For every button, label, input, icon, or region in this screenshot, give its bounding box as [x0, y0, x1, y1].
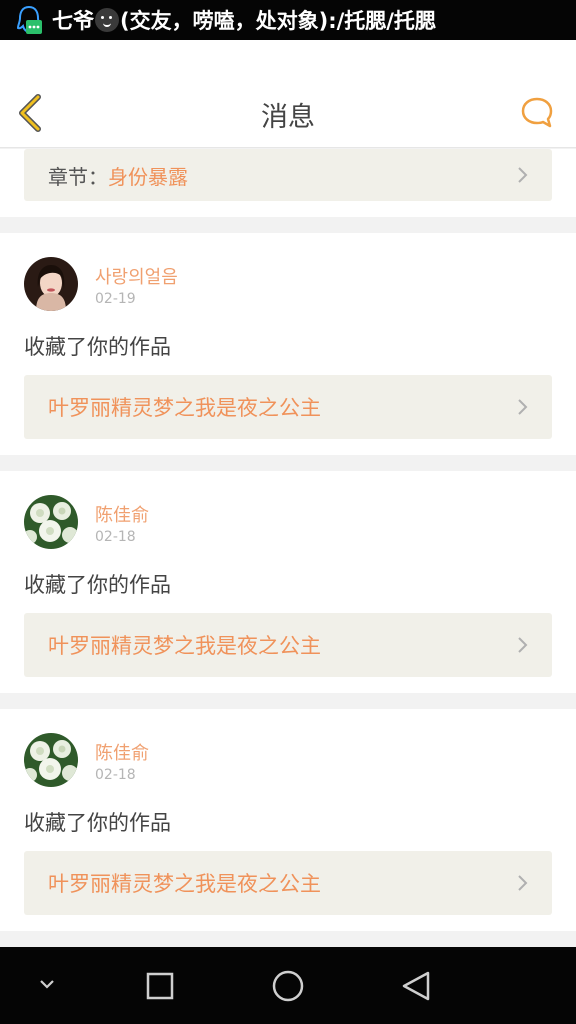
message-card: 陈佳俞 02-18 收藏了你的作品 叶罗丽精灵梦之我是夜之公主: [0, 471, 576, 693]
notification-message: (交友，唠嗑，处对象):/托腮/托腮: [120, 9, 436, 33]
white-flowers-image: [24, 733, 78, 787]
message-action: 收藏了你的作品: [24, 811, 171, 835]
work-link[interactable]: 叶罗丽精灵梦之我是夜之公主: [24, 851, 552, 915]
user-name[interactable]: 陈佳俞: [95, 501, 149, 527]
qq-penguin-icon: [16, 5, 42, 34]
home-circle-icon[interactable]: [271, 969, 305, 1003]
chapter-link[interactable]: 章节： 身份暴露: [24, 149, 552, 201]
avatar[interactable]: [24, 733, 78, 787]
chevron-right-icon: [518, 875, 528, 891]
chevron-right-icon: [518, 167, 528, 183]
work-link[interactable]: 叶罗丽精灵梦之我是夜之公主: [24, 613, 552, 677]
back-triangle-icon[interactable]: [400, 969, 432, 1003]
chevron-right-icon: [518, 399, 528, 415]
girl-portrait-image: [24, 257, 78, 311]
chat-bubble-icon[interactable]: [520, 96, 554, 128]
work-title: 叶罗丽精灵梦之我是夜之公主: [48, 396, 321, 420]
chevron-right-icon: [518, 637, 528, 653]
message-date: 02-19: [95, 291, 136, 307]
user-name[interactable]: 사랑의얼음: [95, 263, 178, 289]
status-bar: 七爷 (交友，唠嗑，处对象):/托腮/托腮: [0, 0, 576, 40]
section-divider: [0, 693, 576, 709]
white-flowers-image: [24, 495, 78, 549]
avatar[interactable]: [24, 257, 78, 311]
message-date: 02-18: [95, 767, 136, 783]
message-card: 陈佳俞 02-18 收藏了你的作品 叶罗丽精灵梦之我是夜之公主: [0, 709, 576, 931]
message-list[interactable]: 章节： 身份暴露 사랑의얼음 02-19 收藏了你的作品 叶罗丽精灵梦之我是夜之…: [0, 149, 576, 947]
message-action: 收藏了你的作品: [24, 573, 171, 597]
chapter-section: 章节： 身份暴露: [0, 149, 576, 217]
section-divider: [0, 455, 576, 471]
avatar[interactable]: [24, 495, 78, 549]
page-title: 消息: [261, 102, 315, 133]
message-card: 사랑의얼음 02-19 收藏了你的作品 叶罗丽精灵梦之我是夜之公主: [0, 233, 576, 455]
chapter-title: 身份暴露: [108, 164, 188, 189]
section-divider: [0, 931, 576, 947]
message-date: 02-18: [95, 529, 136, 545]
notification-sender: 七爷: [52, 9, 94, 33]
chapter-label: 章节：: [48, 164, 108, 189]
section-divider: [0, 217, 576, 233]
app-header: 消息: [0, 40, 576, 148]
work-title: 叶罗丽精灵梦之我是夜之公主: [48, 634, 321, 658]
user-name[interactable]: 陈佳俞: [95, 739, 149, 765]
message-action: 收藏了你的作品: [24, 335, 171, 359]
smiley-face-icon: [95, 8, 119, 32]
navigation-bar: [0, 947, 576, 1024]
chevron-down-icon[interactable]: [38, 977, 56, 991]
work-title: 叶罗丽精灵梦之我是夜之公主: [48, 872, 321, 896]
notification-text: 七爷 (交友，唠嗑，处对象):/托腮/托腮: [52, 5, 436, 35]
recents-square-icon[interactable]: [145, 971, 175, 1001]
work-link[interactable]: 叶罗丽精灵梦之我是夜之公主: [24, 375, 552, 439]
